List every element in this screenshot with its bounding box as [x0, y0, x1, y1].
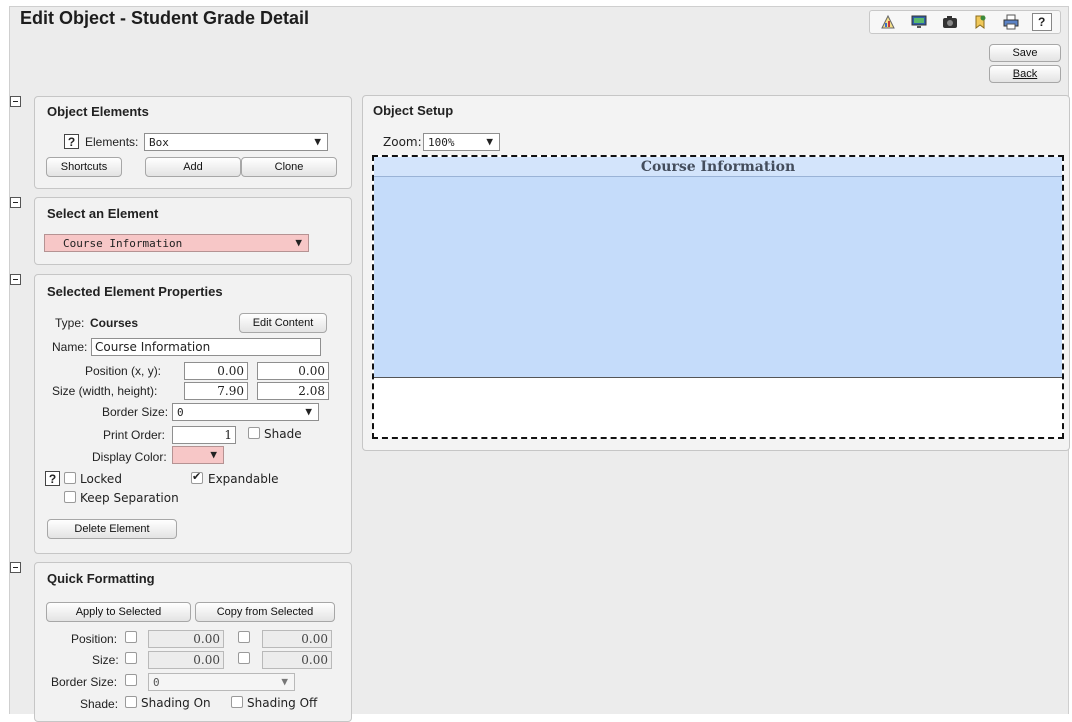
add-button[interactable]: Add — [145, 157, 241, 177]
report-icon[interactable] — [877, 12, 899, 32]
chevron-down-icon: ▼ — [295, 236, 302, 249]
qf-border-size-label: Border Size: — [51, 675, 118, 689]
zoom-select[interactable]: 100% ▼ — [423, 133, 500, 151]
edit-content-button[interactable]: Edit Content — [239, 313, 327, 333]
chevron-down-icon: ▼ — [210, 448, 217, 461]
chevron-down-icon: ▼ — [486, 135, 493, 148]
quick-formatting-title: Quick Formatting — [47, 571, 155, 586]
chevron-down-icon: ▼ — [314, 135, 321, 148]
qf-size-height-checkbox[interactable] — [238, 652, 250, 664]
border-size-select[interactable]: 0 ▼ — [172, 403, 319, 421]
qf-position-checkbox[interactable] — [125, 631, 137, 643]
elements-help-icon[interactable]: ? — [64, 134, 79, 149]
name-field[interactable]: Course Information — [91, 338, 321, 356]
collapse-properties-icon[interactable] — [10, 274, 21, 285]
monitor-icon[interactable] — [908, 12, 930, 32]
qf-border-size-select[interactable]: 0 ▼ — [148, 673, 295, 691]
delete-element-button[interactable]: Delete Element — [47, 519, 177, 539]
qf-position-x-field[interactable]: 0.00 — [148, 630, 224, 648]
position-y-field[interactable]: 0.00 — [257, 362, 329, 380]
qf-size-checkbox[interactable] — [125, 652, 137, 664]
bookmark-icon[interactable] — [969, 12, 991, 32]
type-value: Courses — [90, 316, 139, 330]
elements-label: Elements: — [85, 135, 139, 149]
help-icon[interactable]: ? — [1031, 12, 1053, 32]
expandable-checkbox[interactable] — [191, 470, 203, 484]
design-canvas[interactable]: Course Information — [372, 155, 1064, 439]
object-elements-title: Object Elements — [47, 104, 149, 119]
page-title: Edit Object - Student Grade Detail — [20, 8, 310, 28]
qf-shade-label: Shade: — [80, 697, 119, 711]
save-button[interactable]: Save — [989, 44, 1061, 62]
qf-position-y-checkbox[interactable] — [238, 631, 250, 643]
expandable-label: Expandable — [208, 472, 279, 486]
qf-size-height-field[interactable]: 0.00 — [262, 651, 332, 669]
shade-checkbox[interactable] — [248, 427, 260, 439]
qf-border-size-checkbox[interactable] — [125, 674, 137, 686]
size-label: Size (width, height): — [52, 384, 158, 398]
properties-help-icon[interactable]: ? — [45, 471, 60, 486]
size-width-field[interactable]: 7.90 — [184, 382, 248, 400]
collapse-object-elements-icon[interactable] — [10, 96, 21, 107]
keep-separation-checkbox[interactable] — [64, 491, 76, 503]
select-element-title: Select an Element — [47, 206, 159, 221]
canvas-element-course-information[interactable]: Course Information — [374, 157, 1062, 378]
collapse-quick-formatting-icon[interactable] — [10, 562, 21, 573]
element-select[interactable]: Course Information ▼ — [44, 234, 309, 252]
zoom-value: 100% — [428, 136, 455, 149]
apply-to-selected-button[interactable]: Apply to Selected — [46, 602, 191, 622]
qf-border-size-value: 0 — [153, 676, 160, 689]
shading-off-checkbox[interactable] — [231, 696, 243, 708]
locked-checkbox[interactable] — [64, 472, 76, 484]
position-label: Position (x, y): — [85, 364, 162, 378]
qf-size-width-field[interactable]: 0.00 — [148, 651, 224, 669]
chevron-down-icon: ▼ — [305, 405, 312, 418]
toolbar-icons: ? — [869, 10, 1061, 34]
shading-on-label: Shading On — [141, 696, 211, 710]
size-height-field[interactable]: 2.08 — [257, 382, 329, 400]
shading-on-checkbox[interactable] — [125, 696, 137, 708]
print-order-label: Print Order: — [103, 428, 166, 442]
clone-button[interactable]: Clone — [241, 157, 337, 177]
shading-off-label: Shading Off — [247, 696, 318, 710]
chevron-down-icon: ▼ — [281, 675, 288, 688]
canvas-element-title: Course Information — [374, 157, 1062, 177]
copy-from-selected-button[interactable]: Copy from Selected — [195, 602, 335, 622]
locked-label: Locked — [80, 472, 122, 486]
qf-position-y-field[interactable]: 0.00 — [262, 630, 332, 648]
qf-size-label: Size: — [92, 653, 119, 667]
position-x-field[interactable]: 0.00 — [184, 362, 248, 380]
print-order-field[interactable]: 1 — [172, 426, 236, 444]
display-color-select[interactable]: ▼ — [172, 446, 224, 464]
zoom-label: Zoom: — [383, 135, 422, 149]
keep-separation-label: Keep Separation — [80, 491, 179, 505]
collapse-select-element-icon[interactable] — [10, 197, 21, 208]
element-select-value: Course Information — [63, 237, 183, 250]
shortcuts-button[interactable]: Shortcuts — [46, 157, 122, 177]
camera-icon[interactable] — [939, 12, 961, 32]
object-setup-title: Object Setup — [373, 103, 454, 118]
border-size-value: 0 — [177, 406, 184, 419]
properties-title: Selected Element Properties — [47, 284, 223, 299]
type-label: Type: — [55, 316, 85, 330]
shade-label: Shade — [264, 427, 302, 441]
qf-position-label: Position: — [71, 632, 118, 646]
elements-select[interactable]: Box ▼ — [144, 133, 328, 151]
back-button[interactable]: Back — [989, 65, 1061, 83]
border-size-label: Border Size: — [102, 405, 169, 419]
display-color-label: Display Color: — [92, 450, 167, 464]
elements-select-value: Box — [149, 136, 169, 149]
name-label: Name: — [52, 340, 88, 354]
print-icon[interactable] — [1000, 12, 1022, 32]
